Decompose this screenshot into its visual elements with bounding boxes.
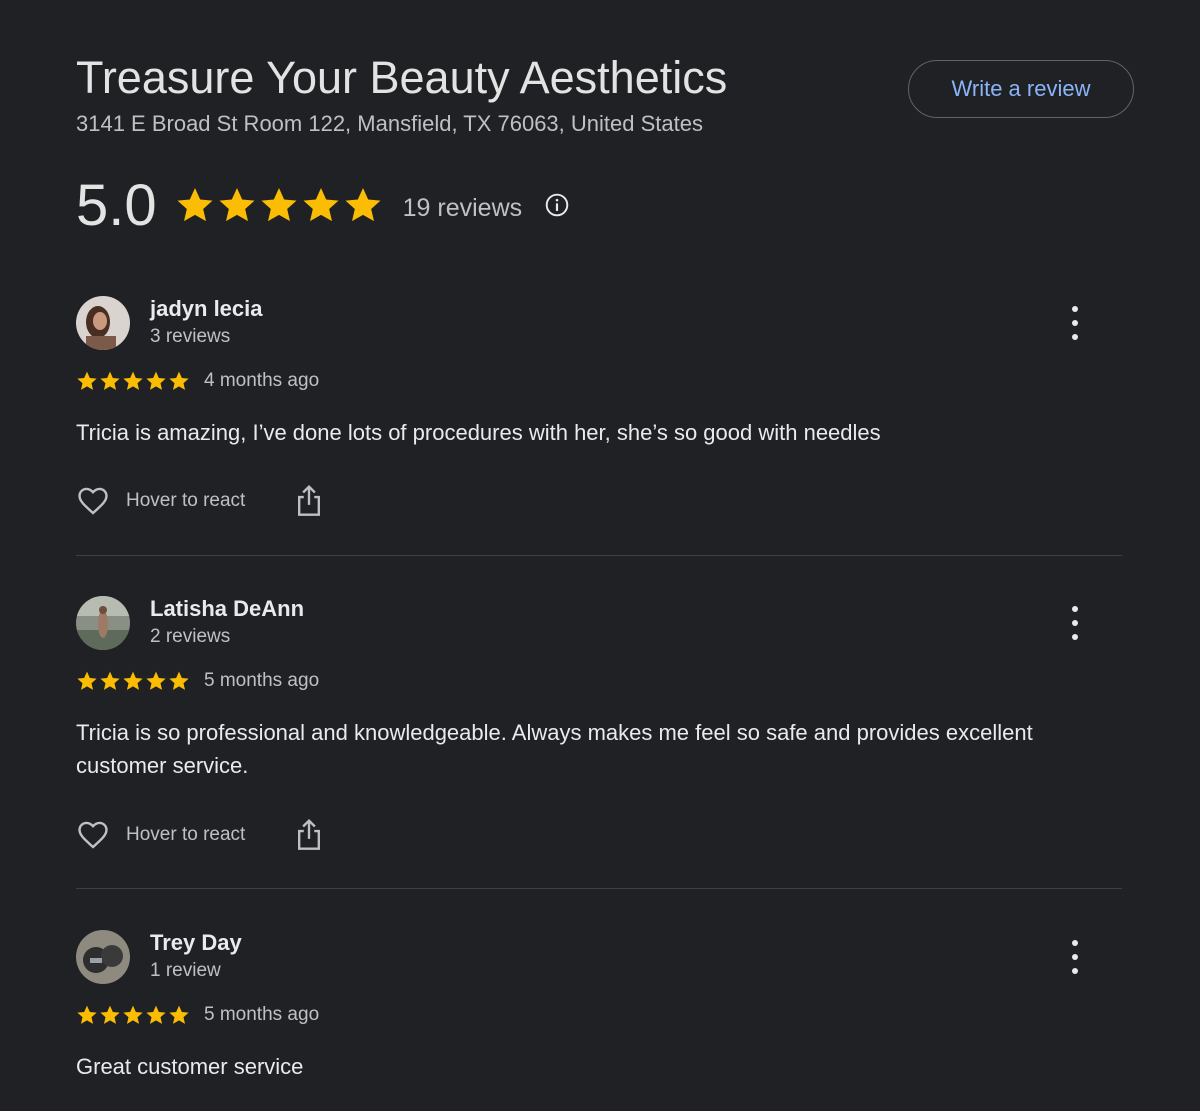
star-icon [146, 1005, 166, 1024]
reviews-page: Treasure Your Beauty Aesthetics 3141 E B… [0, 0, 1200, 1111]
avatar[interactable] [76, 296, 130, 350]
info-icon[interactable] [544, 192, 570, 218]
star-icon [303, 188, 339, 222]
more-options-button[interactable] [1062, 306, 1088, 340]
star-icon [177, 188, 213, 222]
star-icon [169, 371, 189, 390]
share-icon[interactable] [295, 818, 323, 852]
star-icon [123, 671, 143, 690]
rating-summary: 5.0 19 reviews [76, 170, 570, 240]
star-icon [100, 1005, 120, 1024]
star-icon [146, 371, 166, 390]
review-stars [76, 370, 190, 392]
review-rating: 5 months ago [76, 670, 319, 692]
rating-stars [175, 185, 383, 225]
star-icon [123, 1005, 143, 1024]
review-card: Trey Day 1 review 5 months ago Great cus… [76, 930, 1122, 1100]
reviewer-review-count: 2 reviews [150, 626, 231, 647]
avatar[interactable] [76, 930, 130, 984]
star-icon [146, 671, 166, 690]
review-count[interactable]: 19 reviews [403, 194, 523, 223]
star-icon [169, 671, 189, 690]
review-stars [76, 1004, 190, 1026]
more-options-button[interactable] [1062, 940, 1088, 974]
review-text: Great customer service [76, 1054, 304, 1079]
divider [76, 888, 1122, 889]
review-stars [76, 670, 190, 692]
star-icon [100, 371, 120, 390]
star-icon [123, 371, 143, 390]
business-title: Treasure Your Beauty Aesthetics [76, 52, 728, 103]
star-icon [77, 371, 97, 390]
review-text: Tricia is so professional and knowledgea… [76, 720, 1033, 778]
reviewer-review-count: 1 review [150, 960, 221, 981]
reviewer-name[interactable]: Trey Day [150, 930, 242, 956]
review-actions: Hover to react [76, 818, 323, 852]
review-card: jadyn lecia 3 reviews 4 months ago Trici… [76, 296, 1122, 526]
rating-value: 5.0 [76, 172, 157, 238]
review-actions: Hover to react [76, 484, 323, 518]
review-date: 5 months ago [204, 670, 320, 691]
write-review-button[interactable]: Write a review [908, 60, 1134, 118]
review-rating: 5 months ago [76, 1004, 319, 1026]
review-text: Tricia is amazing, I’ve done lots of pro… [76, 420, 881, 445]
heart-icon[interactable] [76, 818, 110, 852]
avatar[interactable] [76, 596, 130, 650]
reviewer-name[interactable]: Latisha DeAnn [150, 596, 304, 622]
star-icon [77, 671, 97, 690]
heart-icon[interactable] [76, 484, 110, 518]
star-icon [219, 188, 255, 222]
reviewer-review-count: 3 reviews [150, 326, 231, 347]
review-card: Latisha DeAnn 2 reviews 5 months ago Tri… [76, 596, 1122, 856]
star-icon [100, 671, 120, 690]
reviewer-name[interactable]: jadyn lecia [150, 296, 263, 322]
review-rating: 4 months ago [76, 370, 319, 392]
review-date: 4 months ago [204, 370, 320, 391]
star-icon [169, 1005, 189, 1024]
divider [76, 555, 1122, 556]
star-icon [77, 1005, 97, 1024]
react-label[interactable]: Hover to react [126, 824, 245, 846]
review-date: 5 months ago [204, 1004, 320, 1025]
react-label[interactable]: Hover to react [126, 490, 245, 512]
business-address: 3141 E Broad St Room 122, Mansfield, TX … [76, 111, 703, 136]
share-icon[interactable] [295, 484, 323, 518]
more-options-button[interactable] [1062, 606, 1088, 640]
star-icon [345, 188, 381, 222]
star-icon [261, 188, 297, 222]
